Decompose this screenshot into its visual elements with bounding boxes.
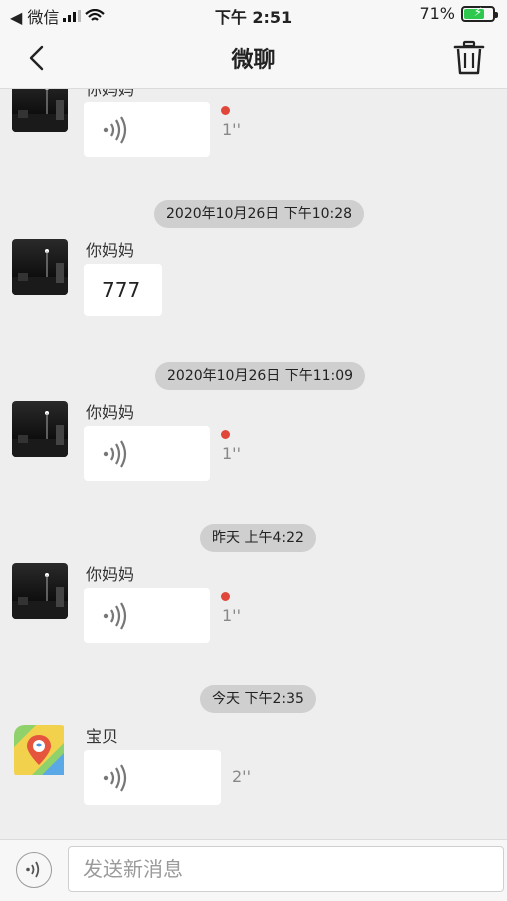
sender-name: 你妈妈 xyxy=(86,89,135,99)
voice-message-bubble[interactable] xyxy=(84,588,210,643)
voice-wave-icon xyxy=(103,440,127,468)
unread-dot xyxy=(221,430,230,439)
voice-toggle-button[interactable] xyxy=(16,852,52,888)
unread-dot xyxy=(221,106,230,115)
text-message-bubble[interactable]: 777 xyxy=(84,264,162,316)
timestamp-badge: 2020年10月26日 下午10:28 xyxy=(154,200,365,228)
message-text: 777 xyxy=(102,278,141,302)
chat-area[interactable]: 你妈妈 1'' 2020年10月26日 下午10:28 你妈妈 777 2020… xyxy=(0,89,507,839)
night-city-icon xyxy=(12,411,68,457)
map-app-icon xyxy=(14,725,64,775)
night-city-icon xyxy=(12,249,68,295)
battery-percent: 71% xyxy=(419,4,455,23)
voice-wave-icon xyxy=(103,602,127,630)
avatar[interactable] xyxy=(14,725,70,781)
sender-name: 你妈妈 xyxy=(86,565,135,584)
voice-wave-icon xyxy=(103,764,127,792)
voice-wave-icon xyxy=(103,116,127,144)
message-input[interactable] xyxy=(68,846,504,892)
voice-icon xyxy=(26,861,40,878)
status-right: 71% ⚡ xyxy=(419,4,498,23)
page-title: 微聊 xyxy=(231,48,276,73)
trash-icon[interactable] xyxy=(453,40,485,76)
unread-dot xyxy=(221,592,230,601)
status-bar: ◀ 微信 下午 2:51 71% ⚡ xyxy=(0,0,507,30)
night-city-icon xyxy=(12,89,68,132)
voice-message-bubble[interactable] xyxy=(84,426,210,481)
timestamp-badge: 今天 下午2:35 xyxy=(200,685,316,713)
avatar[interactable] xyxy=(12,563,68,619)
voice-message-bubble[interactable] xyxy=(84,102,210,157)
night-city-icon xyxy=(12,573,68,619)
nav-bar: 微聊 xyxy=(0,30,507,89)
timestamp-badge: 2020年10月26日 下午11:09 xyxy=(155,362,366,390)
sender-name: 你妈妈 xyxy=(86,241,135,260)
voice-duration: 1'' xyxy=(222,444,241,463)
sender-name: 宝贝 xyxy=(86,727,119,746)
voice-message-bubble[interactable] xyxy=(84,750,221,805)
avatar[interactable] xyxy=(12,401,68,457)
charging-icon: ⚡ xyxy=(473,4,483,19)
voice-duration: 1'' xyxy=(222,120,241,139)
voice-duration: 2'' xyxy=(232,767,251,786)
voice-duration: 1'' xyxy=(222,606,241,625)
battery-icon: ⚡ xyxy=(461,4,498,22)
input-bar xyxy=(0,839,507,901)
sender-name: 你妈妈 xyxy=(86,403,135,422)
timestamp-badge: 昨天 上午4:22 xyxy=(200,524,316,552)
avatar[interactable] xyxy=(12,239,68,295)
avatar[interactable] xyxy=(12,89,68,132)
